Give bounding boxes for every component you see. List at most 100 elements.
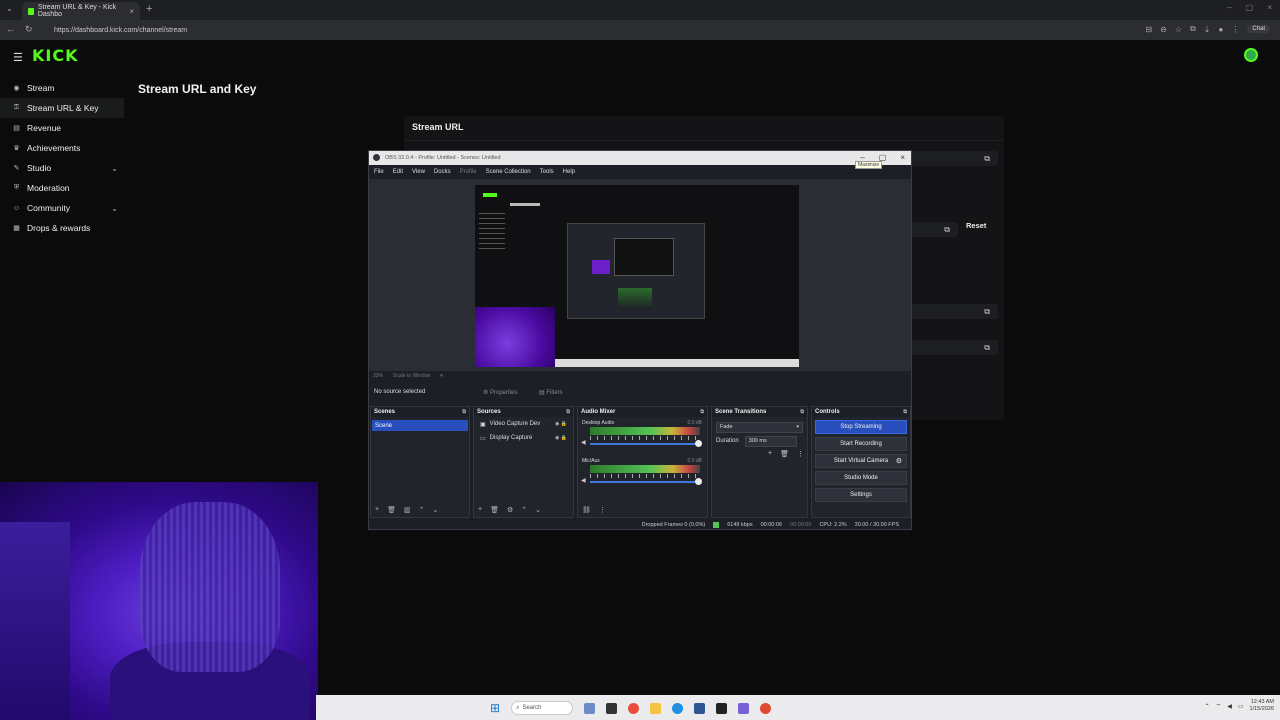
sidebar-item-stream[interactable]: ◉ Stream [0, 78, 124, 98]
settings-button[interactable]: Settings [815, 488, 907, 502]
sidebar-item-moderation[interactable]: ⛨ Moderation [0, 178, 124, 198]
filter-icon[interactable]: ▥ [404, 506, 411, 514]
scene-item[interactable]: Scene [372, 420, 468, 431]
menu-file[interactable]: File [374, 169, 384, 175]
menu-profile[interactable]: Profile [460, 169, 477, 175]
chevron-down-icon[interactable]: ⌄ [111, 164, 118, 173]
windows-start-icon[interactable]: ⊞ [490, 701, 500, 715]
program-preview[interactable] [475, 185, 799, 367]
zoom-icon[interactable]: ⊖ [1160, 25, 1167, 34]
sidebar-item-stream-url-key[interactable]: ⚿ Stream URL & Key [0, 98, 124, 118]
popout-icon[interactable]: ⧉ [800, 409, 804, 415]
back-icon[interactable]: ← [6, 24, 15, 35]
backup-url-field[interactable]: ⧉ [904, 304, 998, 319]
transition-select[interactable]: Fade ▾ [716, 421, 803, 433]
speaker-icon[interactable]: ◀ [581, 439, 586, 446]
filters-button[interactable]: ▤ Filters [539, 389, 563, 396]
hamburger-menu-icon[interactable]: ☰ [13, 51, 23, 64]
stream-url-field[interactable]: ⧉ [904, 151, 998, 166]
menu-edit[interactable]: Edit [393, 169, 403, 175]
copy-icon[interactable]: ⧉ [984, 154, 990, 164]
stream-key-field[interactable]: ⧉ [904, 222, 958, 237]
chrome-icon[interactable] [628, 702, 640, 714]
clock[interactable]: 12:43 AM 1/15/2026 [1250, 699, 1274, 713]
close-icon[interactable]: × [900, 153, 905, 162]
tab-menu-icon[interactable]: ⌄ [6, 4, 13, 13]
terminal-icon[interactable] [606, 702, 618, 714]
copy-icon[interactable]: ⧉ [984, 343, 990, 353]
chevron-down-icon[interactable]: ⌄ [111, 204, 118, 213]
edge-icon[interactable] [672, 702, 684, 714]
eye-icon[interactable]: ◉ [555, 421, 559, 427]
sidebar-item-revenue[interactable]: ▤ Revenue [0, 118, 124, 138]
popout-icon[interactable]: ⧉ [566, 409, 570, 415]
sidebar-item-achievements[interactable]: ♛ Achievements [0, 138, 124, 158]
speaker-icon[interactable]: ◀ [581, 477, 586, 484]
volume-slider[interactable] [590, 440, 702, 447]
discord-icon[interactable] [738, 702, 750, 714]
chevron-up-icon[interactable]: ⌃ [1205, 703, 1210, 710]
file-explorer-icon[interactable] [650, 702, 662, 714]
sidebar-item-drops-rewards[interactable]: ▦ Drops & rewards [0, 218, 124, 238]
copy-icon[interactable]: ⧉ [944, 225, 950, 235]
taskbar-search[interactable]: ⌕ Search [511, 701, 574, 715]
lock-icon[interactable]: 🔒 [561, 435, 567, 441]
slider-knob[interactable] [695, 478, 702, 485]
extensions-icon[interactable]: ⧉ [1190, 24, 1196, 34]
preview-area[interactable] [369, 179, 911, 371]
store-icon[interactable] [694, 702, 706, 714]
popout-icon[interactable]: ⧉ [700, 409, 704, 415]
kick-logo[interactable]: KICK [32, 46, 79, 65]
user-avatar[interactable] [1244, 48, 1258, 62]
browser-tab[interactable]: Stream URL & Key - Kick Dashbo × [22, 2, 140, 20]
zoom-level[interactable]: 33% [373, 373, 383, 379]
maximize-icon[interactable]: ▢ [1246, 3, 1254, 12]
add-icon[interactable]: + [478, 506, 482, 514]
studio-mode-button[interactable]: Studio Mode [815, 471, 907, 485]
new-tab-button[interactable]: + [146, 3, 152, 15]
lock-icon[interactable]: 🔒 [561, 421, 567, 427]
menu-help[interactable]: Help [563, 169, 575, 175]
trash-icon[interactable]: 🗑 [387, 506, 396, 514]
link-icon[interactable]: ⛓ [582, 506, 591, 514]
source-item[interactable]: ▣ Video Capture Dev ◉ 🔒 [474, 417, 573, 431]
gear-icon[interactable]: ⚙ [896, 457, 902, 465]
popout-icon[interactable]: ⧉ [462, 409, 466, 415]
install-icon[interactable]: ⊟ [1145, 25, 1152, 34]
down-icon[interactable]: ⌄ [432, 506, 438, 514]
menu-view[interactable]: View [412, 169, 425, 175]
chat-button[interactable]: Chat [1247, 25, 1270, 33]
trash-icon[interactable]: 🗑 [490, 506, 499, 514]
reload-icon[interactable]: ↻ [25, 24, 33, 35]
properties-button[interactable]: ⚙ Properties [483, 389, 517, 396]
gear-icon[interactable]: ⚙ [507, 506, 513, 514]
slider-knob[interactable] [695, 440, 702, 447]
eye-icon[interactable]: ◉ [555, 435, 559, 441]
add-icon[interactable]: + [768, 450, 772, 458]
backup-key-field[interactable]: ⧉ [904, 340, 998, 355]
battery-icon[interactable]: ▭ [1238, 703, 1244, 710]
sidebar-item-community[interactable]: ☺ Community ⌄ [0, 198, 124, 218]
menu-icon[interactable]: ⋮ [797, 450, 804, 458]
network-icon[interactable]: ⌔ [1216, 702, 1222, 710]
start-virtual-camera-button[interactable]: Start Virtual Camera ⚙ [815, 454, 907, 468]
trash-icon[interactable]: 🗑 [780, 450, 789, 458]
duration-input[interactable]: 300 ms [744, 435, 797, 447]
source-item[interactable]: ▭ Display Capture ◉ 🔒 [474, 431, 573, 445]
close-window-icon[interactable]: × [1267, 3, 1272, 12]
start-recording-button[interactable]: Start Recording [815, 437, 907, 451]
menu-docks[interactable]: Docks [434, 169, 451, 175]
stop-streaming-button[interactable]: Stop Streaming [815, 420, 907, 434]
up-icon[interactable]: ⌃ [419, 506, 425, 514]
scale-mode[interactable]: Scale to Window [393, 373, 430, 379]
down-icon[interactable]: ⌄ [535, 506, 541, 514]
downloads-icon[interactable]: ⇣ [1204, 25, 1211, 34]
volume-slider[interactable] [590, 478, 702, 485]
volume-icon[interactable]: ◀ [1227, 703, 1232, 710]
obs-taskbar-icon[interactable] [716, 702, 728, 714]
up-icon[interactable]: ⌃ [521, 506, 527, 514]
minimize-icon[interactable]: – [1227, 3, 1231, 12]
profile-icon[interactable]: ● [1218, 25, 1223, 34]
menu-scene-collection[interactable]: Scene Collection [486, 169, 531, 175]
add-icon[interactable]: + [375, 506, 379, 514]
